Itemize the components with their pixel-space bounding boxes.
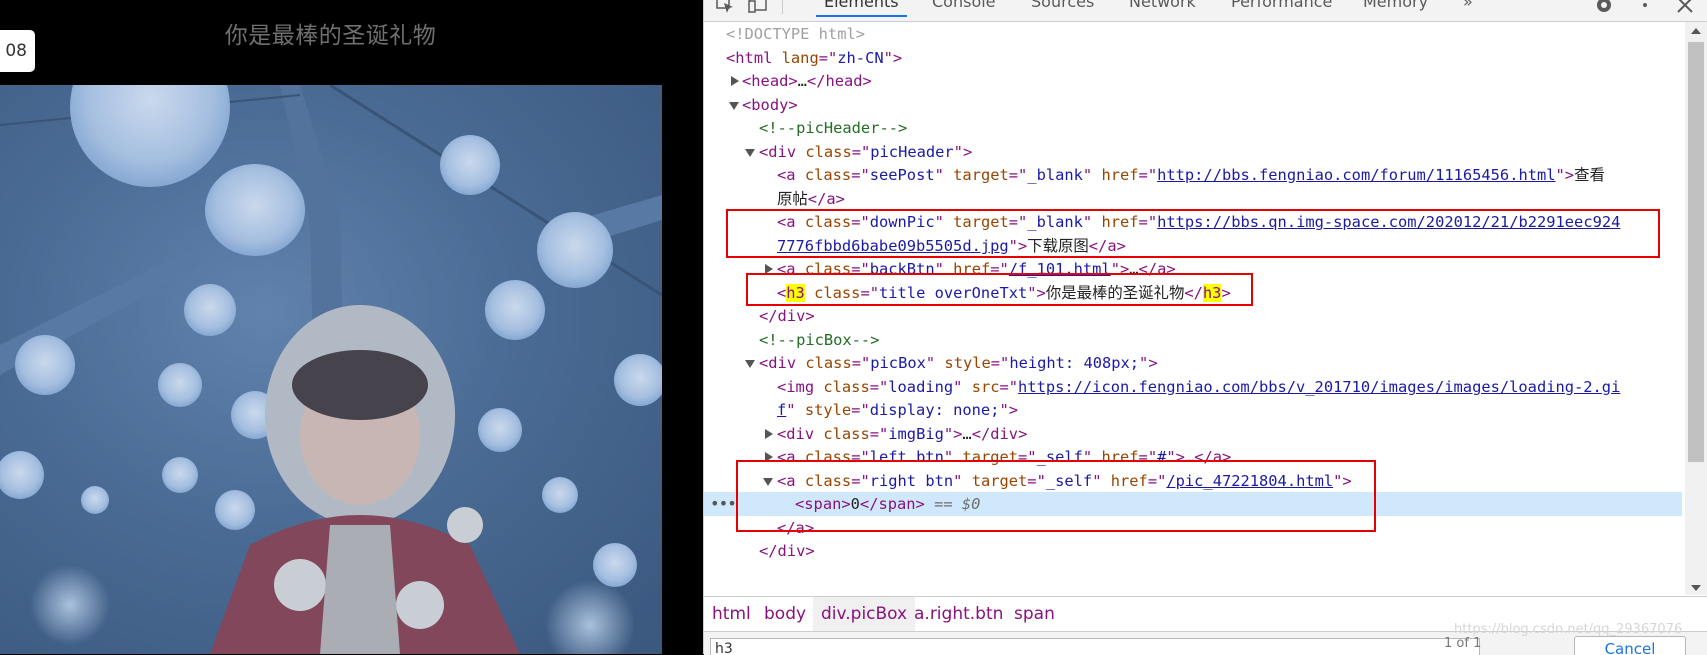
cancel-button[interactable]: Cancel: [1574, 636, 1686, 655]
breadcrumb-div-picbox[interactable]: div.picBox: [813, 597, 916, 631]
text-node: 原帖: [777, 190, 808, 208]
dom-doctype[interactable]: <!DOCTYPE html>: [704, 22, 1682, 46]
ellipsis: …: [962, 425, 972, 443]
page-title: 你是最棒的圣诞礼物: [224, 23, 437, 49]
collapse-triangle-icon[interactable]: [729, 102, 739, 110]
close-icon[interactable]: [1674, 0, 1696, 16]
gear-icon[interactable]: [1593, 0, 1615, 16]
tag-name: a: [826, 190, 836, 208]
src-link[interactable]: f: [777, 401, 786, 419]
dom-div-close[interactable]: </div>: [704, 304, 1682, 328]
attr-value: seePost: [869, 166, 935, 184]
tag-name: div: [768, 354, 797, 372]
tag-name: div: [777, 542, 806, 560]
expand-triangle-icon[interactable]: [731, 76, 739, 86]
tag-name: img: [786, 378, 815, 396]
breadcrumb-body[interactable]: body: [756, 597, 814, 631]
tab-console[interactable]: Console: [932, 0, 996, 11]
more-options-icon[interactable]: [1634, 0, 1656, 16]
scroll-down-icon[interactable]: [1691, 585, 1701, 591]
href-link[interactable]: http://bbs.fengniao.com/forum/11165456.h…: [1157, 166, 1555, 184]
dom-img-loading[interactable]: <img class="loading" src="https://icon.f…: [704, 375, 1682, 399]
tag-name: div: [768, 143, 797, 161]
search-count: 1 of 1: [1444, 636, 1482, 651]
attr-value: imgBig: [888, 425, 944, 443]
more-tabs-button[interactable]: »: [1463, 0, 1473, 11]
tag-name: body: [751, 96, 789, 114]
tag-name: div: [786, 425, 815, 443]
tag-name: div: [777, 307, 806, 325]
ellipsis: …: [797, 72, 807, 90]
photo[interactable]: [0, 85, 662, 654]
collapse-triangle-icon[interactable]: [745, 360, 755, 368]
device-toolbar-icon[interactable]: [747, 0, 769, 16]
src-link[interactable]: https://icon.fengniao.com/bbs/v_201710/i…: [1018, 378, 1620, 396]
dom-a-seepost-cont[interactable]: 原帖</a>: [704, 187, 1682, 211]
dom-a-seepost[interactable]: <a class="seePost" target="_blank" href=…: [704, 163, 1682, 187]
text-node: 查看: [1574, 166, 1605, 184]
dom-div-picbox[interactable]: <div class="picBox" style="height: 408px…: [704, 351, 1682, 375]
dom-tree-scrollbar[interactable]: [1685, 22, 1707, 595]
attr-value: zh-CN: [837, 49, 884, 67]
attr-value: picBox: [870, 354, 926, 372]
attr-value: picHeader: [870, 143, 954, 161]
attr-value: loading: [888, 378, 954, 396]
dom-body[interactable]: <body>: [704, 93, 1682, 117]
breadcrumb-html[interactable]: html: [704, 597, 759, 631]
dom-div-picheader[interactable]: <div class="picHeader">: [704, 140, 1682, 164]
tag-name: div: [990, 425, 1019, 443]
expand-triangle-icon[interactable]: [765, 429, 773, 439]
breadcrumb-span[interactable]: span: [1006, 597, 1063, 631]
comment-text: <!--picBox-->: [759, 331, 880, 349]
search-input[interactable]: [710, 638, 1480, 655]
photo-counter: 08: [0, 30, 35, 72]
tag-name: head: [825, 72, 863, 90]
attr-value: height: 408px;: [1009, 354, 1140, 372]
dom-comment-picbox[interactable]: <!--picBox-->: [704, 328, 1682, 352]
dom-div-imgbig[interactable]: <div class="imgBig">…</div>: [704, 422, 1682, 446]
tag-name: a: [786, 166, 796, 184]
attr-value: _blank: [1027, 166, 1083, 184]
dom-div-close-2[interactable]: </div>: [704, 539, 1682, 563]
attr-value: display: none;: [869, 401, 1000, 419]
tab-performance[interactable]: Performance: [1231, 0, 1332, 11]
tab-sources[interactable]: Sources: [1031, 0, 1094, 11]
tag-name: head: [751, 72, 789, 90]
dom-html[interactable]: <html lang="zh-CN">: [704, 46, 1682, 70]
devtools-toolbar: Elements Console Sources Network Perform…: [704, 0, 1707, 22]
highlight-box-downpic: [726, 209, 1660, 258]
dom-comment-picheader[interactable]: <!--picHeader-->: [704, 116, 1682, 140]
tab-memory[interactable]: Memory: [1363, 0, 1428, 11]
dom-head[interactable]: <head>…</head>: [704, 69, 1682, 93]
attr-name: lang: [781, 49, 819, 67]
tab-network[interactable]: Network: [1129, 0, 1196, 11]
breadcrumb-a-right-btn[interactable]: a.right.btn: [906, 597, 1011, 631]
scrollbar-thumb[interactable]: [1688, 42, 1704, 462]
highlight-box-h3: [746, 273, 1253, 306]
dom-img-loading-cont[interactable]: f" style="display: none;">: [704, 398, 1682, 422]
comment-text: <!--picHeader-->: [759, 119, 908, 137]
highlight-box-right-btn: [736, 460, 1376, 532]
photo-illustration: [0, 85, 662, 654]
attr-name: class: [805, 143, 852, 161]
page-viewport: 你是最棒的圣诞礼物 08: [0, 0, 703, 654]
doctype-text: <!DOCTYPE html>: [726, 25, 865, 43]
more-actions-icon[interactable]: •••: [710, 492, 737, 516]
dom-tree: <!DOCTYPE html> <html lang="zh-CN"> <hea…: [704, 22, 1682, 595]
watermark: https://blog.csdn.net/qq_29367076: [1454, 622, 1683, 637]
devtools-panel: Elements Console Sources Network Perform…: [703, 0, 1707, 655]
collapse-triangle-icon[interactable]: [745, 149, 755, 157]
inspect-element-icon[interactable]: [714, 0, 736, 16]
tab-elements[interactable]: Elements: [816, 0, 907, 17]
tag-name: html: [735, 49, 773, 67]
scroll-up-icon[interactable]: [1691, 28, 1701, 34]
